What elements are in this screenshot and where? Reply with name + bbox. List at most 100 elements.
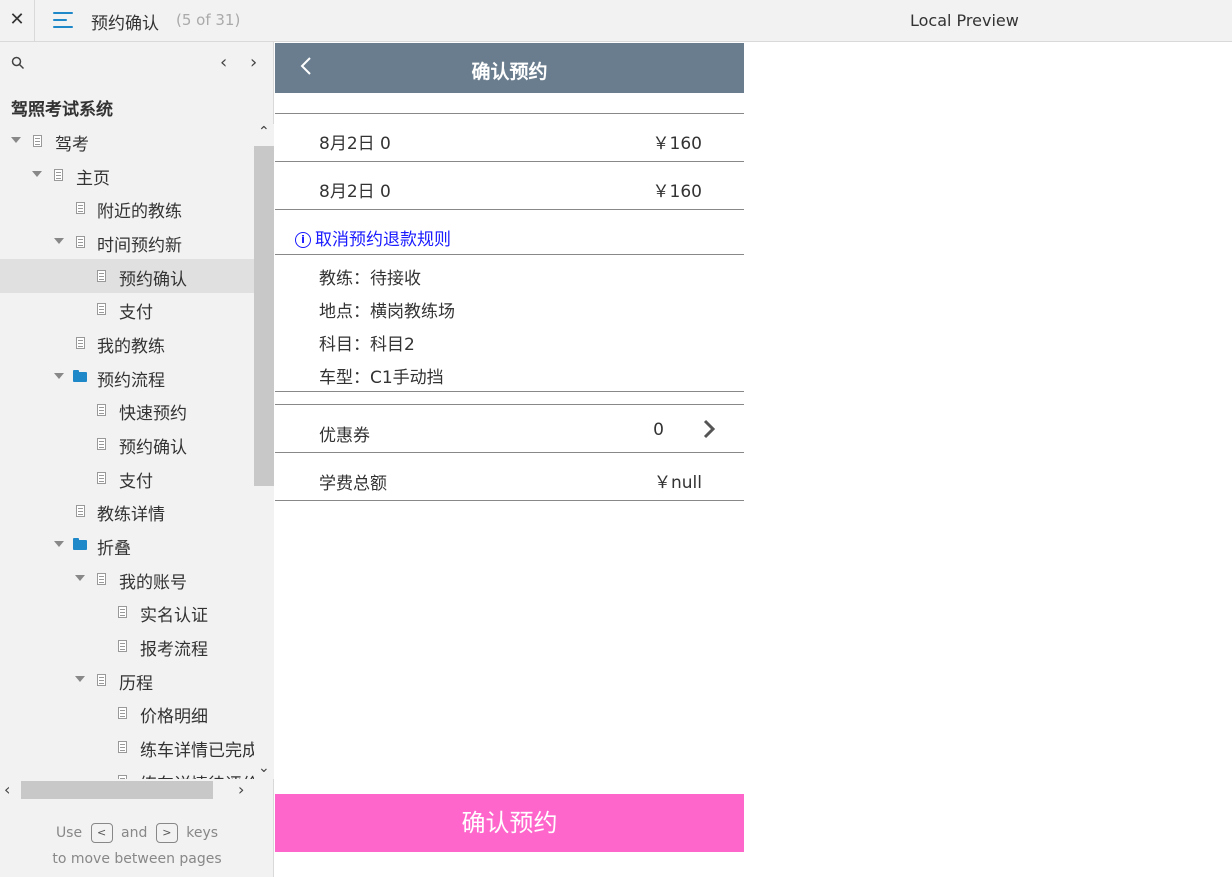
vertical-scrollbar[interactable]: ⌃ ⌄ — [254, 124, 274, 779]
tree-item-label: 报考流程 — [140, 640, 208, 660]
tree-item-label: 主页 — [76, 169, 110, 189]
expand-arrow-icon[interactable] — [75, 676, 85, 682]
next-key-icon: > — [155, 823, 178, 843]
page-icon — [118, 640, 127, 652]
close-button[interactable]: ✕ — [0, 0, 35, 42]
scroll-right-icon[interactable]: › — [238, 780, 244, 799]
coupon-label: 优惠券 — [319, 426, 370, 446]
tree-item-practice-done[interactable]: 练车详情已完成 — [0, 730, 254, 764]
refund-rule-link[interactable]: i 取消预约退款规则 — [295, 225, 451, 250]
page-icon — [97, 674, 106, 686]
expand-arrow-icon[interactable] — [54, 238, 64, 244]
slot-time: 8月2日 0 — [319, 182, 391, 202]
tree-item-my-coach[interactable]: 我的教练 — [0, 326, 254, 360]
tree-item-nearby-coach[interactable]: 附近的教练 — [0, 191, 254, 225]
phone-preview: 确认预约 8月2日 0 ￥160 8月2日 0 ￥160 i 取消预约退款规则 教… — [275, 43, 744, 877]
hint-text: to move between pages — [52, 851, 222, 867]
header-title: 确认预约 — [471, 61, 548, 83]
tree-item-price-detail[interactable]: 价格明细 — [0, 696, 254, 730]
expand-arrow-icon[interactable] — [54, 373, 64, 379]
tree-item-label: 驾考 — [55, 135, 89, 155]
tree-item-fold[interactable]: 折叠 — [0, 528, 254, 562]
tree-item-label: 时间预约新 — [97, 236, 182, 256]
page-count: (5 of 31) — [176, 11, 241, 29]
page-icon — [76, 202, 85, 214]
scroll-up-icon[interactable]: ⌃ — [258, 124, 270, 140]
tree-item-coach-detail[interactable]: 教练详情 — [0, 494, 254, 528]
tree-item-label: 教练详情 — [97, 505, 165, 525]
tree-item-pay[interactable]: 支付 — [0, 292, 254, 326]
confirm-booking-button[interactable]: 确认预约 — [275, 794, 744, 852]
tree-item-practice-review[interactable]: 练车详情待评价 — [0, 764, 254, 779]
tree-item-my-account[interactable]: 我的账号 — [0, 562, 254, 596]
horizontal-scrollbar[interactable]: ‹ › — [0, 779, 254, 801]
tree-item-pay-2[interactable]: 支付 — [0, 461, 254, 495]
tree-item-label: 支付 — [119, 303, 153, 323]
tree-item-booking-confirm-selected[interactable]: 预约确认 — [0, 259, 254, 293]
prev-page-button[interactable]: ‹ — [220, 52, 227, 73]
tree-item-home[interactable]: 主页 — [0, 158, 254, 192]
prev-key-icon: < — [90, 823, 113, 843]
menu-icon[interactable] — [53, 10, 73, 30]
page-icon — [76, 505, 85, 517]
expand-arrow-icon[interactable] — [75, 575, 85, 581]
page-icon — [54, 169, 63, 181]
coupon-row[interactable]: 优惠券 0 — [275, 405, 744, 453]
slot-price: ￥160 — [652, 134, 702, 154]
page-tree: 驾考 主页 附近的教练 时间预约新 预约确认 支付 我的教练 预约流程 快速预约… — [0, 124, 254, 779]
tree-item-jiakao[interactable]: 驾考 — [0, 124, 254, 158]
tree-item-label: 练车详情已完成 — [140, 741, 254, 761]
tree-item-label: 预约流程 — [97, 371, 165, 391]
page-icon — [97, 472, 106, 484]
tree-item-exam-flow[interactable]: 报考流程 — [0, 629, 254, 663]
tree-item-booking-flow[interactable]: 预约流程 — [0, 360, 254, 394]
page-icon — [97, 573, 106, 585]
tree-item-label: 预约确认 — [119, 270, 187, 290]
tree-item-label: 价格明细 — [140, 707, 208, 727]
coupon-value: 0 — [653, 420, 664, 440]
expand-arrow-icon[interactable] — [54, 541, 64, 547]
chevron-right-icon[interactable] — [702, 419, 716, 439]
scroll-down-icon[interactable]: ⌄ — [258, 760, 270, 776]
tree-item-booking-confirm[interactable]: 预约确认 — [0, 427, 254, 461]
next-page-button[interactable]: › — [250, 52, 257, 73]
search-icon[interactable] — [11, 56, 25, 70]
slot-time: 8月2日 0 — [319, 134, 391, 154]
project-name: 驾照考试系统 — [11, 100, 113, 120]
scroll-left-icon[interactable]: ‹ — [4, 780, 10, 799]
expand-arrow-icon[interactable] — [32, 171, 42, 177]
app-header: 确认预约 — [275, 43, 744, 93]
page-icon — [33, 135, 42, 147]
page-icon — [118, 741, 127, 753]
scroll-thumb[interactable] — [21, 781, 213, 799]
total-row: 学费总额 ￥null — [275, 453, 744, 501]
detail-coach: 教练：待接收 — [319, 269, 421, 289]
time-slot-row: 8月2日 0 ￥160 — [275, 162, 744, 210]
expand-arrow-icon[interactable] — [11, 137, 21, 143]
tree-item-label: 折叠 — [97, 539, 131, 559]
divider — [275, 391, 744, 392]
folder-icon — [73, 370, 87, 382]
page-icon — [97, 438, 106, 450]
sidebar: ‹ › 驾照考试系统 驾考 主页 附近的教练 时间预约新 预约确认 支付 我的教… — [0, 42, 274, 877]
total-label: 学费总额 — [319, 474, 387, 494]
hint-text: and — [121, 825, 148, 841]
total-value: ￥null — [654, 473, 702, 493]
page-icon — [97, 404, 106, 416]
divider — [275, 254, 744, 255]
hint-text: keys — [186, 825, 219, 841]
scroll-thumb[interactable] — [254, 146, 274, 486]
page-icon — [118, 707, 127, 719]
tree-item-real-name[interactable]: 实名认证 — [0, 595, 254, 629]
tree-item-label: 附近的教练 — [97, 202, 182, 222]
tree-item-quick-booking[interactable]: 快速预约 — [0, 393, 254, 427]
page-icon — [76, 337, 85, 349]
page-icon — [97, 270, 106, 282]
tree-item-time-booking[interactable]: 时间预约新 — [0, 225, 254, 259]
detail-location: 地点：横岗教练场 — [319, 302, 455, 322]
tree-item-history[interactable]: 历程 — [0, 663, 254, 697]
tree-item-label: 实名认证 — [140, 606, 208, 626]
page-icon — [76, 236, 85, 248]
top-bar: ✕ 预约确认 (5 of 31) Local Preview — [0, 0, 1232, 42]
tree-item-label: 快速预约 — [119, 404, 187, 424]
